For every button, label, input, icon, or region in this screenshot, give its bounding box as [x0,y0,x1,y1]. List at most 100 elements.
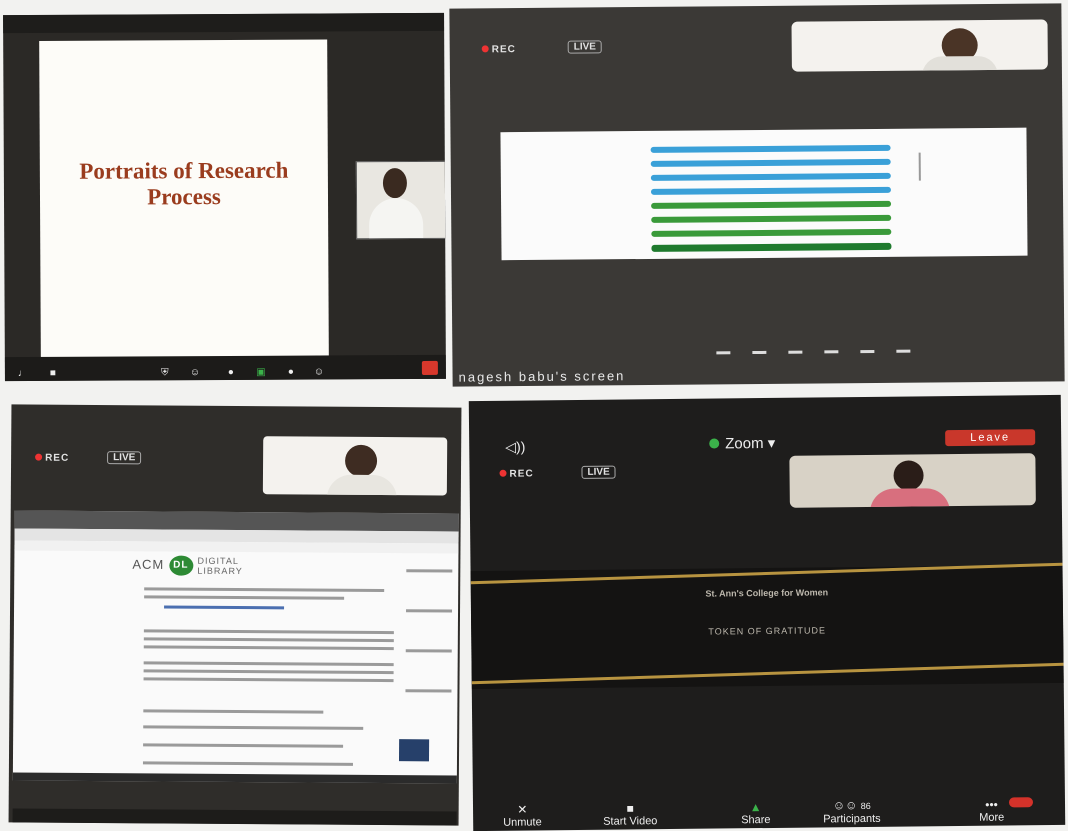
speaker-head [345,445,377,477]
journal-cover-image[interactable] [399,739,429,761]
start-video-button[interactable]: ■Start Video [603,801,658,828]
speaker-body [922,56,998,72]
sidebar-text-line [406,569,452,572]
zoom-menu[interactable]: Zoom ▾ [709,434,775,453]
participants-button[interactable]: ☺ [181,367,209,378]
green-bar-1 [651,201,891,209]
zoom-panel-certificate: ◁)) Zoom ▾ Leave REC LIVE St. Ann's Coll… [469,395,1065,831]
chat-icon: ● [217,367,245,378]
speaker-video[interactable] [789,453,1036,508]
sidebar-text-line [406,649,452,652]
college-name: St. Ann's College for Women [471,585,1063,601]
reactions-icon: ☺ [305,366,333,377]
rec-label: REC [509,468,533,479]
divider-dash [752,351,766,354]
zoom-label: Zoom ▾ [725,435,775,453]
rec-label: REC [492,44,516,55]
divider-dash [860,350,874,353]
text-line [144,629,394,634]
speaker-icon[interactable]: ◁)) [505,439,525,456]
mic-icon: ♩ [9,368,37,379]
share-icon: ▣ [247,367,275,378]
zoom-panel-acm-library: REC LIVE ACM DL DIGITALLIBRARY [9,404,462,825]
video-icon: ■ [39,368,67,379]
link-line[interactable] [164,606,284,610]
record-dot-icon [35,454,42,461]
participants-button[interactable]: ☺☺ 86Participants [823,798,881,826]
chat-button[interactable]: ● [217,367,245,378]
divider-dash [788,351,802,354]
live-badge: LIVE [568,40,602,53]
blue-bar-1 [651,145,891,153]
more-label: More [979,812,1004,824]
share-icon: ▲ [741,800,771,814]
acm-dl-badge-icon: DL [169,556,193,576]
gold-border-top [471,563,1063,585]
text-line [144,677,394,682]
record-icon: ● [277,367,305,378]
participant-body [369,198,423,238]
unmute-button[interactable]: ✕Unmute [503,802,542,828]
slide-title: Portraits of Research Process [44,157,324,210]
text-line [143,743,343,747]
screen-share-label: nagesh babu's screen [459,368,626,384]
start-video-label: Start Video [603,815,657,828]
acm-logo-text: ACM [132,557,164,572]
recording-indicator: REC [499,468,533,479]
record-dot-icon [482,45,489,52]
acm-dl-logo[interactable]: ACM DL DIGITALLIBRARY [132,555,243,576]
green-bar-3 [651,229,891,237]
record-button[interactable]: ● [277,367,305,378]
unmute-label: Unmute [503,816,542,828]
end-meeting-button[interactable] [422,361,438,375]
mic-off-icon: ✕ [503,802,542,816]
blue-bar-4 [651,187,891,195]
text-line [144,587,384,592]
blue-bar-2 [651,159,891,167]
participant-video-thumbnail[interactable] [356,161,446,239]
leave-button[interactable]: Leave [945,429,1035,446]
text-line [143,709,323,713]
share-button[interactable]: ▲Share [741,800,771,826]
text-line [143,761,353,765]
security-button[interactable]: ⛨ [151,367,179,378]
reactions-button[interactable]: ☺ [305,366,333,377]
text-line [144,661,394,666]
divider-dash [824,350,838,353]
video-button[interactable]: ■ [39,368,67,379]
notification-badge [1009,797,1033,807]
text-line [143,725,363,730]
participants-icon: ☺☺ 86 [823,798,881,814]
mute-button[interactable]: ♩ [9,368,37,379]
speaker-body [870,488,950,508]
bottom-bar [13,808,457,825]
bookmarks-bar [14,540,458,553]
live-badge: LIVE [107,451,141,464]
download-bar [13,772,457,783]
video-off-icon: ■ [603,801,657,816]
speaker-video[interactable] [791,19,1047,71]
share-label: Share [741,814,770,826]
blue-bar-3 [651,173,891,181]
speaker-body [327,475,397,496]
browser-window: ACM DL DIGITALLIBRARY [13,510,459,783]
rec-label: REC [45,453,69,464]
share-screen-button[interactable]: ▣ [247,367,275,378]
zoom-panel-presentation: Portraits of Research Process ♩ ■ ⛨ ☺ ● … [3,13,446,381]
participant-head [383,168,407,198]
zoom-panel-screen-share: REC LIVE nagesh babu's screen [449,3,1064,386]
text-line [144,595,344,599]
more-button[interactable]: •••More [979,798,1004,824]
meeting-top-bar [3,13,444,33]
speaker-head [893,460,923,490]
dark-green-bar [651,243,891,252]
recording-indicator: REC [482,44,516,55]
shared-slide: Portraits of Research Process [39,39,329,371]
shield-icon [709,438,719,448]
recording-indicator: REC [35,453,69,464]
certificate-image: St. Ann's College for Women TOKEN OF GRA… [471,565,1064,689]
participants-label: Participants [823,813,881,826]
speaker-video[interactable] [263,436,447,495]
meeting-controls: ✕Unmute ■Start Video ▲Share ☺☺ 86Partici… [473,795,1065,831]
green-bar-2 [651,215,891,223]
